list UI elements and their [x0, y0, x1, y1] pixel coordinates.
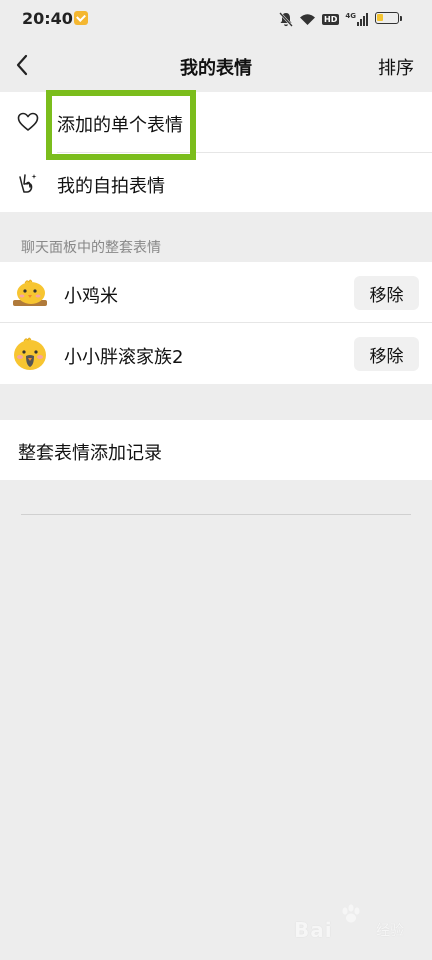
- status-bar: 20:40 HD 4G: [0, 0, 432, 38]
- heart-icon: [17, 112, 39, 131]
- menu-item-label: 我的自拍表情: [57, 176, 165, 197]
- battery-icon: [375, 12, 402, 24]
- divider: [21, 514, 411, 515]
- pack-name: 小鸡米: [64, 286, 118, 307]
- section-title: 聊天面板中的整套表情: [21, 240, 161, 256]
- chick-sticker-icon: [13, 279, 47, 306]
- watermark-sub: 经验: [376, 923, 404, 939]
- chubby-chick-sticker-icon: [14, 337, 46, 370]
- bell-muted-icon: [279, 11, 293, 27]
- app-badge-icon: [74, 11, 88, 25]
- hd-icon: HD: [322, 13, 340, 25]
- status-icons: HD 4G: [279, 11, 368, 27]
- pack-item[interactable]: 小小胖滚家族2 移除: [0, 323, 432, 384]
- history-link: 整套表情添加记录: [18, 443, 162, 464]
- menu-item-selfie-emojis[interactable]: 我的自拍表情: [0, 153, 432, 214]
- page-title: 我的表情: [180, 58, 252, 79]
- remove-button[interactable]: 移除: [354, 276, 419, 310]
- highlight-box: [46, 90, 196, 160]
- victory-hand-icon: [19, 174, 37, 193]
- signal-4g-label: 4G: [345, 12, 356, 20]
- pack-item[interactable]: 小鸡米 移除: [0, 262, 432, 323]
- watermark-text: Bai: [294, 918, 333, 942]
- paw-icon: [342, 904, 360, 923]
- sort-button[interactable]: 排序: [378, 54, 414, 80]
- wifi-icon: [300, 13, 316, 25]
- nav-bar: 我的表情 排序: [0, 38, 432, 92]
- status-time: 20:40: [22, 9, 73, 28]
- baidu-watermark: Bai 经验: [294, 904, 404, 946]
- remove-button[interactable]: 移除: [354, 337, 419, 371]
- emoji-packs-card: 小鸡米 移除 小小胖滚家族2 移除: [0, 262, 432, 384]
- pack-name: 小小胖滚家族2: [64, 347, 184, 368]
- signal-4g-icon: 4G: [345, 12, 368, 26]
- history-card[interactable]: 整套表情添加记录: [0, 420, 432, 480]
